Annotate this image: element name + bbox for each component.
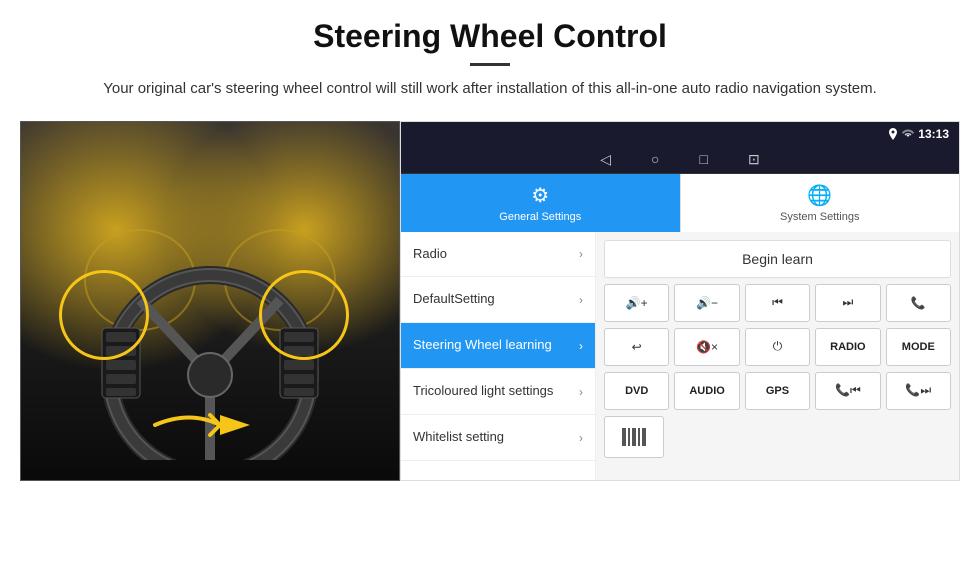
system-tab-label: System Settings: [780, 211, 859, 223]
vol-down-icon: 🔊−: [696, 296, 718, 310]
begin-learn-row: Begin learn: [604, 240, 951, 278]
radio-chevron-icon: ›: [579, 247, 583, 261]
android-ui: 13:13 ◁ ○ □ ⊡ ⚙ General Settings 🌐 Syste…: [400, 121, 960, 481]
content-area: 13:13 ◁ ○ □ ⊡ ⚙ General Settings 🌐 Syste…: [0, 111, 980, 491]
scan-icon: [620, 425, 648, 449]
general-tab-label: General Settings: [499, 211, 581, 223]
button-row-1: 🔊+ 🔊− ⏮ ⏭ 📞: [604, 284, 951, 322]
call-next-icon: 📞⏭: [905, 383, 931, 398]
mode-btn[interactable]: MODE: [886, 328, 951, 366]
radio-ctrl-btn[interactable]: RADIO: [815, 328, 880, 366]
hang-up-btn[interactable]: ↩: [604, 328, 669, 366]
mode-label: MODE: [902, 341, 935, 353]
scan-row: [604, 416, 951, 458]
audio-btn[interactable]: AUDIO: [674, 372, 739, 410]
menu-tricoloured-label: Tricoloured light settings: [413, 383, 553, 400]
highlight-left: [59, 270, 149, 360]
top-tabs: ⚙ General Settings 🌐 System Settings: [401, 174, 959, 232]
next-track-btn[interactable]: ⏭: [815, 284, 880, 322]
call-prev-btn[interactable]: 📞⏮: [815, 372, 880, 410]
page-header: Steering Wheel Control Your original car…: [0, 0, 980, 111]
power-btn[interactable]: ⏻: [745, 328, 810, 366]
menu-item-whitelist[interactable]: Whitelist setting ›: [401, 415, 595, 461]
left-menu: Radio › DefaultSetting › Steering Wheel …: [401, 232, 596, 480]
location-icon: [888, 128, 898, 140]
call-prev-icon: 📞⏮: [835, 383, 861, 398]
mute-icon: 🔇×: [696, 340, 718, 354]
system-settings-icon: 🌐: [807, 183, 832, 208]
vol-up-icon: 🔊+: [626, 296, 648, 310]
status-bar: 13:13: [401, 122, 959, 146]
cast-nav-icon[interactable]: ⊡: [748, 151, 760, 168]
status-icons: 13:13: [888, 127, 949, 141]
car-image: [20, 121, 400, 481]
page-title: Steering Wheel Control: [40, 18, 940, 55]
menu-item-radio[interactable]: Radio ›: [401, 232, 595, 278]
dvd-btn[interactable]: DVD: [604, 372, 669, 410]
steering-chevron-icon: ›: [579, 339, 583, 353]
wifi-icon: [902, 129, 914, 139]
main-content: Radio › DefaultSetting › Steering Wheel …: [401, 232, 959, 480]
car-placeholder: [21, 122, 399, 480]
tab-general[interactable]: ⚙ General Settings: [401, 174, 680, 232]
back-nav-icon[interactable]: ◁: [600, 151, 611, 168]
scan-btn[interactable]: [604, 416, 664, 458]
vol-down-btn[interactable]: 🔊−: [674, 284, 739, 322]
menu-item-steering[interactable]: Steering Wheel learning ›: [401, 323, 595, 369]
call-btn[interactable]: 📞: [886, 284, 951, 322]
whitelist-chevron-icon: ›: [579, 431, 583, 445]
default-chevron-icon: ›: [579, 293, 583, 307]
menu-whitelist-label: Whitelist setting: [413, 429, 504, 446]
status-time: 13:13: [918, 127, 949, 141]
dvd-label: DVD: [625, 385, 648, 397]
menu-default-label: DefaultSetting: [413, 291, 495, 308]
gps-btn[interactable]: GPS: [745, 372, 810, 410]
nav-bar: ◁ ○ □ ⊡: [401, 146, 959, 174]
audio-label: AUDIO: [689, 385, 724, 397]
menu-item-tricoloured[interactable]: Tricoloured light settings ›: [401, 369, 595, 415]
button-row-3: DVD AUDIO GPS 📞⏮ 📞⏭: [604, 372, 951, 410]
button-row-2: ↩ 🔇× ⏻ RADIO MODE: [604, 328, 951, 366]
title-divider: [470, 63, 510, 66]
mute-btn[interactable]: 🔇×: [674, 328, 739, 366]
home-nav-icon[interactable]: ○: [651, 151, 659, 167]
menu-item-default[interactable]: DefaultSetting ›: [401, 277, 595, 323]
prev-track-btn[interactable]: ⏮: [745, 284, 810, 322]
hang-up-icon: ↩: [632, 340, 642, 354]
menu-steering-label: Steering Wheel learning: [413, 337, 552, 354]
right-panel: Begin learn 🔊+ 🔊− ⏮ ⏭: [596, 232, 959, 480]
power-icon: ⏻: [773, 339, 783, 354]
tricoloured-chevron-icon: ›: [579, 385, 583, 399]
menu-radio-label: Radio: [413, 246, 447, 263]
begin-learn-button[interactable]: Begin learn: [604, 240, 951, 278]
highlight-right: [259, 270, 349, 360]
general-settings-icon: ⚙: [531, 183, 549, 208]
vol-up-btn[interactable]: 🔊+: [604, 284, 669, 322]
gps-label: GPS: [766, 385, 789, 397]
next-track-icon: ⏭: [842, 295, 853, 310]
page-subtitle: Your original car's steering wheel contr…: [100, 78, 880, 101]
tab-system[interactable]: 🌐 System Settings: [680, 174, 960, 232]
call-icon: 📞: [911, 296, 926, 310]
call-next-btn[interactable]: 📞⏭: [886, 372, 951, 410]
radio-label: RADIO: [830, 341, 865, 353]
recents-nav-icon[interactable]: □: [700, 151, 708, 167]
prev-track-icon: ⏮: [772, 295, 783, 310]
arrow-overlay: [150, 400, 270, 450]
